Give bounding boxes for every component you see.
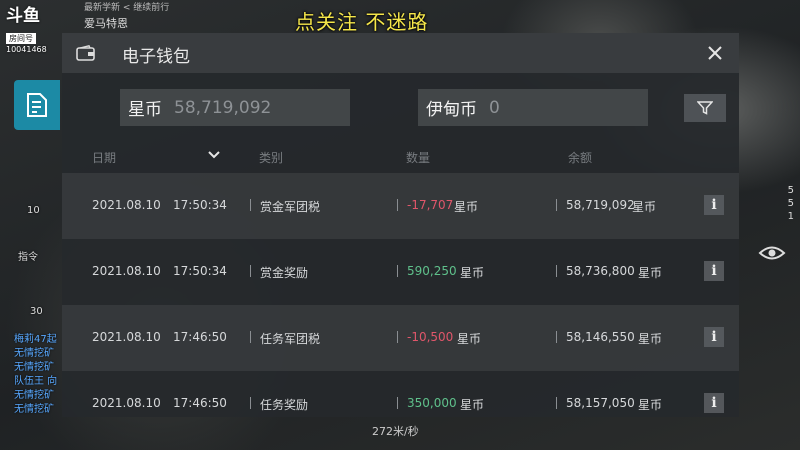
table-header: 日期 类别 数量 余额 [62, 143, 739, 169]
room-id: 10041468 [6, 45, 47, 54]
info-icon: i [711, 329, 717, 345]
row-date: 2021.08.10 [92, 198, 161, 212]
close-button[interactable] [704, 42, 726, 64]
ion-coin-value: 0 [489, 97, 500, 118]
chat-line: 无情挖矿 [14, 390, 54, 401]
command-label: 指令 [18, 252, 38, 263]
row-category: 任务奖励 [260, 398, 309, 412]
hud-number-top: 10 [27, 205, 40, 216]
close-icon [708, 46, 722, 60]
chat-line: 队伍王 向 [14, 376, 58, 387]
row-amount: 350,000 [407, 396, 457, 410]
table-row: 2021.08.10 17:46:50 任务军团税 -10,500 星币 58,… [62, 305, 739, 371]
info-icon: i [711, 197, 717, 213]
row-balance-unit: 星币 [638, 266, 663, 280]
column-divider [397, 397, 398, 409]
row-amount: 590,250 [407, 264, 457, 278]
row-category: 赏金军团税 [260, 200, 321, 214]
row-time: 17:46:50 [173, 330, 227, 344]
column-divider [250, 199, 251, 211]
row-amount-unit: 星币 [457, 332, 482, 346]
info-button[interactable]: i [704, 327, 724, 347]
column-divider [250, 265, 251, 277]
row-balance-unit: 星币 [638, 398, 663, 412]
column-divider [556, 199, 557, 211]
filter-icon [697, 101, 713, 115]
chat-line: 无情挖矿 [14, 362, 54, 373]
row-time: 17:50:34 [173, 264, 227, 278]
info-icon: i [711, 395, 717, 411]
row-category: 任务军团税 [260, 332, 321, 346]
column-divider [556, 265, 557, 277]
wallet-header: 电子钱包 [62, 33, 739, 73]
column-divider [397, 331, 398, 343]
player-name: 爱马特恩 [84, 17, 128, 30]
star-coin-value: 58,719,092 [174, 97, 272, 118]
row-amount: -17,707 [407, 198, 454, 212]
room-tag: 房间号 [6, 33, 36, 44]
player-header-text: 最新学新 < 继续前行 [84, 3, 170, 13]
info-button[interactable]: i [704, 393, 724, 413]
eye-button[interactable] [758, 244, 786, 262]
filter-button[interactable] [684, 94, 726, 122]
row-category: 赏金奖励 [260, 266, 309, 280]
stream-caption: 点关注 不迷路 [295, 10, 429, 34]
row-time: 17:50:34 [173, 198, 227, 212]
column-amount: 数量 [406, 151, 431, 165]
chat-line: 无情挖矿 [14, 348, 54, 359]
row-balance: 58,736,800 [566, 264, 635, 278]
document-button[interactable] [14, 80, 60, 130]
document-icon [27, 93, 47, 117]
eye-icon [758, 246, 786, 260]
speed-readout: 272米/秒 [372, 425, 419, 438]
left-hud: 10 指令 30 梅莉47起 无情挖矿 无情挖矿 队伍王 向 无情挖矿 无情挖矿 [0, 70, 60, 450]
column-divider [556, 397, 557, 409]
column-category: 类别 [259, 151, 284, 165]
row-balance-unit: 星币 [638, 332, 663, 346]
row-amount: -10,500 [407, 330, 454, 344]
info-button[interactable]: i [704, 261, 724, 281]
chat-line: 梅莉47起 [14, 334, 57, 345]
stream-brand: 斗鱼 [6, 6, 40, 26]
column-date[interactable]: 日期 [92, 149, 116, 166]
row-balance: 58,146,550 [566, 330, 635, 344]
row-balance: 58,719,092 [566, 198, 635, 212]
table-row: 2021.08.10 17:50:34 赏金军团税 -17,707 星币 58,… [62, 173, 739, 239]
row-amount-unit: 星币 [460, 266, 485, 280]
column-divider [556, 331, 557, 343]
info-icon: i [711, 263, 717, 279]
row-amount-unit: 星币 [460, 398, 485, 412]
column-divider [250, 397, 251, 409]
right-hud: 5 5 1 [760, 185, 800, 224]
info-button[interactable]: i [704, 195, 724, 215]
count-row: 1 [787, 211, 794, 222]
row-time: 17:46:50 [173, 396, 227, 410]
row-balance: 58,157,050 [566, 396, 635, 410]
column-balance: 余额 [568, 151, 593, 165]
chat-line: 无情挖矿 [14, 404, 54, 415]
ion-coin-label: 伊甸币 [426, 100, 477, 120]
column-divider [397, 199, 398, 211]
hud-number-bottom: 30 [30, 306, 43, 317]
table-row: 2021.08.10 17:50:34 赏金奖励 590,250 星币 58,7… [62, 239, 739, 305]
row-date: 2021.08.10 [92, 330, 161, 344]
row-amount-unit: 星币 [454, 200, 479, 214]
table-row: 2021.08.10 17:46:50 任务奖励 350,000 星币 58,1… [62, 371, 739, 417]
wallet-title: 电子钱包 [122, 47, 190, 67]
count-row: 5 [787, 185, 794, 196]
row-date: 2021.08.10 [92, 396, 161, 410]
star-coin-balance: 星币 58,719,092 [120, 89, 350, 126]
count-row: 5 [787, 198, 794, 209]
chevron-down-icon[interactable] [208, 150, 220, 160]
stream-logo: 斗鱼 房间号 10041468 [6, 6, 62, 54]
row-balance-unit: 星币 [632, 200, 657, 214]
wallet-dialog: 电子钱包 星币 58,719,092 伊甸币 0 日期 类别 数量 余额 202… [62, 33, 739, 417]
star-coin-label: 星币 [128, 100, 162, 120]
column-divider [250, 331, 251, 343]
player-header: 最新学新 < 继续前行 爱马特恩 [84, 0, 169, 31]
ion-coin-balance: 伊甸币 0 [418, 89, 648, 126]
wallet-icon [76, 45, 95, 61]
row-date: 2021.08.10 [92, 264, 161, 278]
column-divider [397, 265, 398, 277]
